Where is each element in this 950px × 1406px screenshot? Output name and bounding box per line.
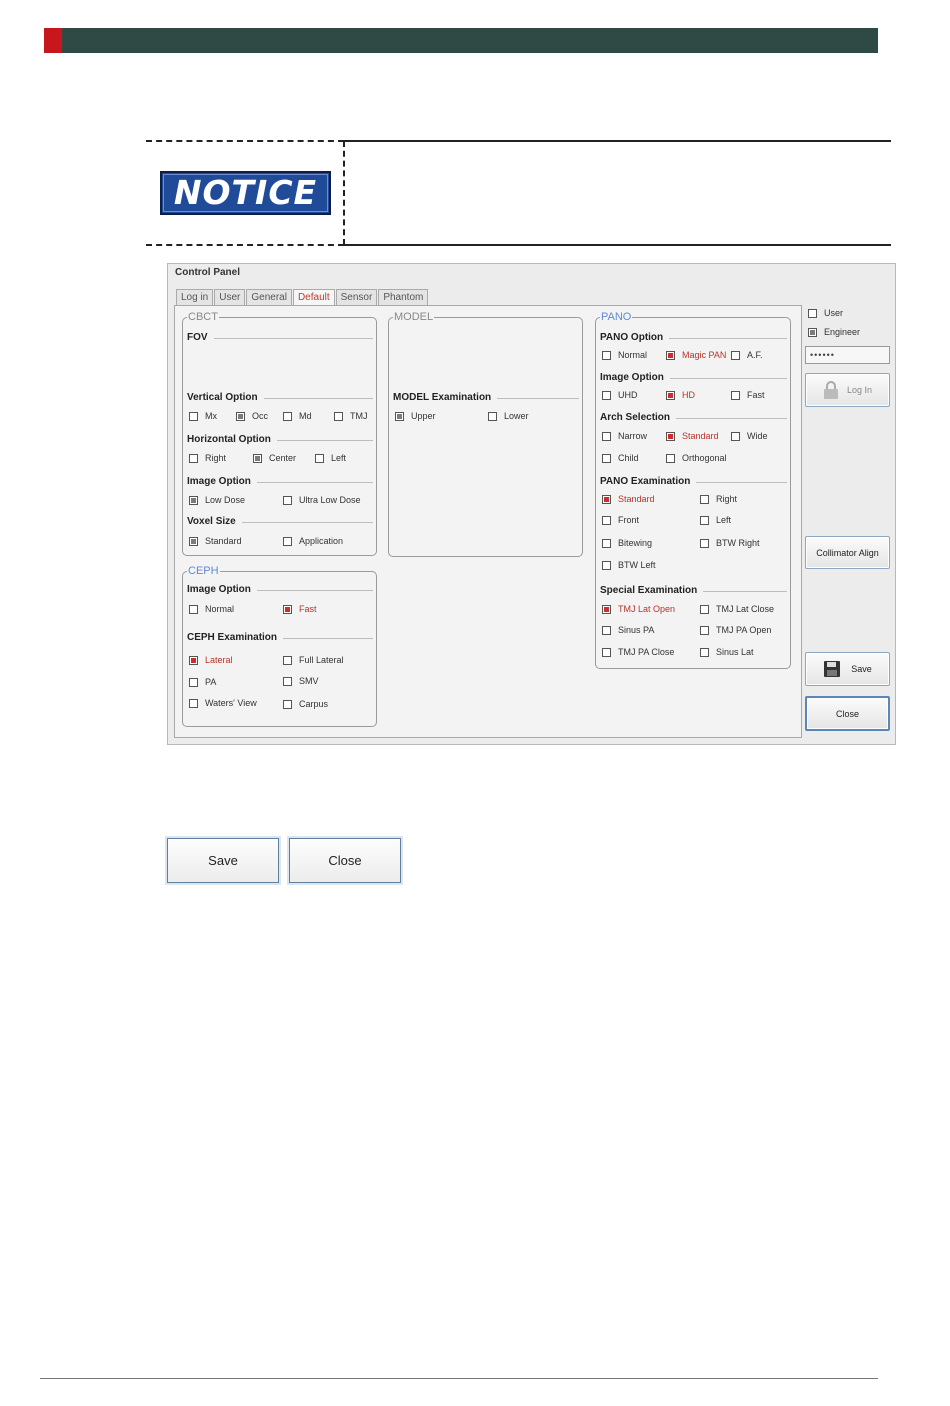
side-save-label: Save bbox=[851, 664, 872, 674]
horizontal-left-checkbox[interactable]: Left bbox=[315, 453, 346, 463]
floppy-disk-icon bbox=[824, 661, 841, 677]
tab-default[interactable]: Default bbox=[292, 289, 335, 306]
ceph-pa-checkbox[interactable]: PA bbox=[189, 677, 216, 687]
arch-standard-checkbox[interactable]: Standard bbox=[666, 431, 719, 441]
model-lower-checkbox[interactable]: Lower bbox=[488, 411, 529, 421]
close-button[interactable]: Close bbox=[289, 838, 401, 883]
arch-narrow-checkbox[interactable]: Narrow bbox=[602, 431, 647, 441]
ceph-normal-checkbox[interactable]: Normal bbox=[189, 604, 234, 614]
pano-normal-checkbox[interactable]: Normal bbox=[602, 350, 647, 360]
special-tmj-pa-open-checkbox[interactable]: TMJ PA Open bbox=[700, 625, 771, 635]
ceph-waters-view-checkbox[interactable]: Waters' View bbox=[189, 698, 257, 708]
pano-exam-right-checkbox[interactable]: Right bbox=[700, 494, 737, 504]
horizontal-right-checkbox[interactable]: Right bbox=[189, 453, 226, 463]
special-tmj-pa-close-checkbox[interactable]: TMJ PA Close bbox=[602, 647, 674, 657]
special-tmj-lat-close-checkbox[interactable]: TMJ Lat Close bbox=[700, 604, 774, 614]
model-examination-label: MODEL Examination bbox=[393, 392, 498, 403]
ceph-carpus-checkbox[interactable]: Carpus bbox=[283, 699, 328, 709]
side-save-button[interactable]: Save bbox=[805, 652, 890, 686]
ceph-image-option-label: Image Option bbox=[187, 584, 257, 595]
special-examination-label: Special Examination bbox=[600, 585, 704, 596]
log-in-label: Log In bbox=[846, 385, 873, 395]
ceph-group: CEPH Image Option Normal Fast CEPH Exami… bbox=[182, 565, 377, 727]
arch-orthogonal-checkbox[interactable]: Orthogonal bbox=[666, 453, 727, 463]
log-in-button[interactable]: Log In bbox=[805, 373, 890, 407]
footer-rule bbox=[40, 1378, 878, 1379]
vertical-occ-checkbox[interactable]: Occ bbox=[236, 411, 268, 421]
pano-exam-btw-right-checkbox[interactable]: BTW Right bbox=[700, 538, 760, 548]
voxel-size-label: Voxel Size bbox=[187, 516, 242, 527]
vertical-md-checkbox[interactable]: Md bbox=[283, 411, 312, 421]
tab-log-in[interactable]: Log in bbox=[176, 289, 214, 305]
ceph-lateral-checkbox[interactable]: Lateral bbox=[189, 655, 233, 665]
lock-icon bbox=[823, 381, 838, 399]
notice-divider bbox=[343, 141, 345, 245]
model-legend: MODEL bbox=[393, 311, 435, 323]
special-sinus-lat-checkbox[interactable]: Sinus Lat bbox=[700, 647, 754, 657]
vertical-mx-checkbox[interactable]: Mx bbox=[189, 411, 217, 421]
pano-exam-left-checkbox[interactable]: Left bbox=[700, 515, 731, 525]
ceph-full-lateral-checkbox[interactable]: Full Lateral bbox=[283, 655, 344, 665]
pano-magic-pan-checkbox[interactable]: Magic PAN bbox=[666, 350, 726, 360]
collimator-align-button[interactable]: Collimator Align bbox=[805, 536, 890, 569]
horizontal-option-label: Horizontal Option bbox=[187, 434, 277, 445]
ceph-legend: CEPH bbox=[187, 565, 220, 577]
cbct-group: CBCT FOV Vertical Option Mx Occ Md TMJ H… bbox=[182, 311, 377, 556]
pano-exam-standard-checkbox[interactable]: Standard bbox=[602, 494, 655, 504]
pano-option-label: PANO Option bbox=[600, 332, 670, 343]
side-close-button[interactable]: Close bbox=[805, 696, 890, 731]
tab-sensor[interactable]: Sensor bbox=[335, 289, 378, 305]
special-sinus-pa-checkbox[interactable]: Sinus PA bbox=[602, 625, 654, 635]
cbct-image-option-label: Image Option bbox=[187, 476, 257, 487]
pano-hd-checkbox[interactable]: HD bbox=[666, 390, 695, 400]
ceph-smv-checkbox[interactable]: SMV bbox=[283, 676, 319, 686]
ceph-examination-label: CEPH Examination bbox=[187, 632, 284, 643]
pano-exam-front-checkbox[interactable]: Front bbox=[602, 515, 639, 525]
tab-phantom[interactable]: Phantom bbox=[378, 289, 429, 305]
tab-general[interactable]: General bbox=[246, 289, 292, 305]
arch-child-checkbox[interactable]: Child bbox=[602, 453, 639, 463]
fov-label: FOV bbox=[187, 332, 214, 343]
pano-uhd-checkbox[interactable]: UHD bbox=[602, 390, 638, 400]
notice-bottom-dash bbox=[146, 244, 344, 246]
horizontal-center-checkbox[interactable]: Center bbox=[253, 453, 296, 463]
save-button[interactable]: Save bbox=[167, 838, 279, 883]
arch-wide-checkbox[interactable]: Wide bbox=[731, 431, 768, 441]
tab-bar: Log in User General Default Sensor Phant… bbox=[176, 289, 429, 306]
window-title: Control Panel bbox=[175, 267, 241, 278]
pano-image-option-label: Image Option bbox=[600, 372, 670, 383]
pano-exam-btw-left-checkbox[interactable]: BTW Left bbox=[602, 560, 656, 570]
cbct-ultra-low-dose-checkbox[interactable]: Ultra Low Dose bbox=[283, 495, 361, 505]
tab-user[interactable]: User bbox=[214, 289, 246, 305]
header-accent bbox=[44, 28, 62, 53]
special-tmj-lat-open-checkbox[interactable]: TMJ Lat Open bbox=[602, 604, 675, 614]
header-bar bbox=[44, 28, 878, 53]
arch-selection-label: Arch Selection bbox=[600, 412, 677, 423]
notice-top-dash bbox=[146, 140, 344, 142]
vertical-option-label: Vertical Option bbox=[187, 392, 264, 403]
pano-legend: PANO bbox=[600, 311, 633, 323]
default-tab-page: CBCT FOV Vertical Option Mx Occ Md TMJ H… bbox=[174, 305, 802, 738]
model-upper-checkbox[interactable]: Upper bbox=[395, 411, 436, 421]
ceph-fast-checkbox[interactable]: Fast bbox=[283, 604, 317, 614]
voxel-standard-checkbox[interactable]: Standard bbox=[189, 536, 242, 546]
voxel-application-checkbox[interactable]: Application bbox=[283, 536, 343, 546]
pano-exam-bitewing-checkbox[interactable]: Bitewing bbox=[602, 538, 652, 548]
cbct-low-dose-checkbox[interactable]: Low Dose bbox=[189, 495, 245, 505]
notice-badge: NOTICE bbox=[160, 171, 331, 215]
pano-af-checkbox[interactable]: A.F. bbox=[731, 350, 763, 360]
pano-fast-checkbox[interactable]: Fast bbox=[731, 390, 765, 400]
engineer-checkbox[interactable]: Engineer bbox=[808, 327, 860, 337]
control-panel-window: Control Panel Log in User General Defaul… bbox=[167, 263, 896, 745]
cbct-legend: CBCT bbox=[187, 311, 219, 323]
user-checkbox[interactable]: User bbox=[808, 308, 843, 318]
pano-group: PANO PANO Option Normal Magic PAN A.F. I… bbox=[595, 311, 791, 669]
vertical-tmj-checkbox[interactable]: TMJ bbox=[334, 411, 368, 421]
pano-examination-label: PANO Examination bbox=[600, 476, 697, 487]
password-field[interactable]: •••••• bbox=[805, 346, 890, 364]
model-group: MODEL MODEL Examination Upper Lower bbox=[388, 311, 583, 557]
